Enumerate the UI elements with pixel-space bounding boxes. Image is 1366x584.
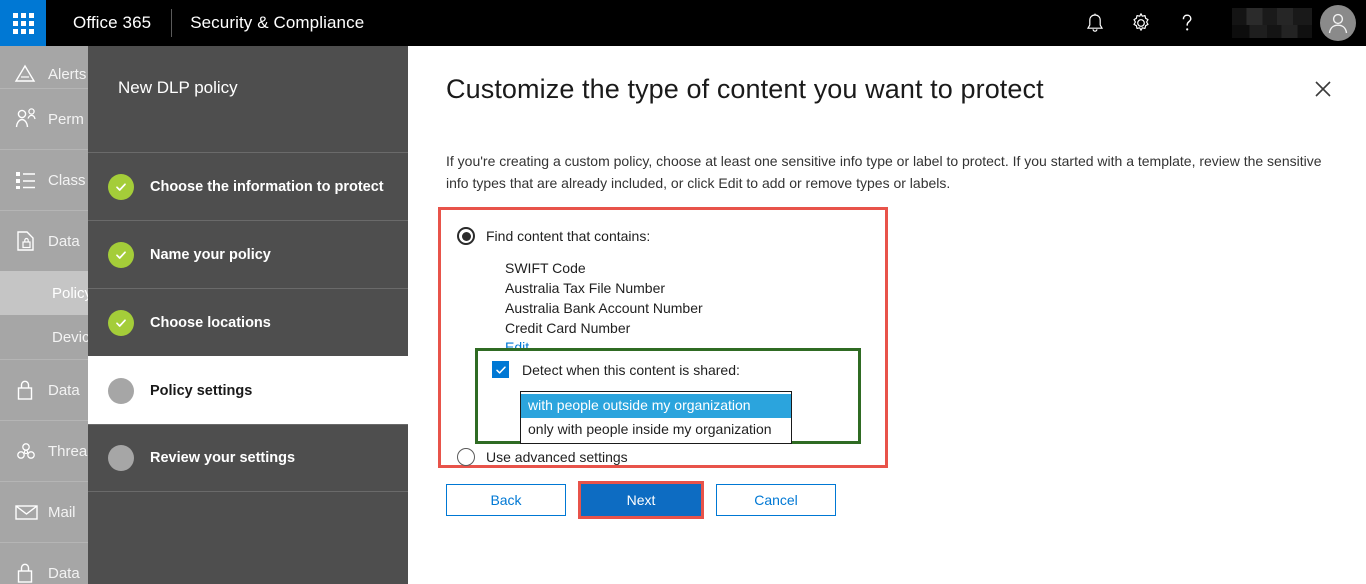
step-pending-dot-icon xyxy=(108,377,134,404)
detect-shared-label: Detect when this content is shared: xyxy=(522,361,740,378)
detect-shared-checkbox[interactable] xyxy=(492,361,509,378)
list-item: Credit Card Number xyxy=(505,320,631,336)
wizard-button-bar: Back Next Cancel xyxy=(446,481,836,519)
page-title: Customize the type of content you want t… xyxy=(446,74,1044,104)
step-pending-dot-icon xyxy=(108,445,134,471)
wizard-step-list: Choose the information to protect Name y… xyxy=(88,152,408,492)
lock-icon xyxy=(14,378,48,402)
wizard-step-label: Name your policy xyxy=(150,246,271,263)
advanced-settings-radio[interactable] xyxy=(457,448,475,466)
list-item: SWIFT Code xyxy=(505,260,586,276)
wizard-step-name-policy[interactable]: Name your policy xyxy=(88,220,408,288)
wizard-title: New DLP policy xyxy=(118,78,238,97)
content-options-highlight-box: Find content that contains: SWIFT Code A… xyxy=(438,207,888,468)
sidebar-item-label: Policy xyxy=(52,284,93,302)
user-avatar[interactable] xyxy=(1320,5,1356,41)
page-description: If you're creating a custom policy, choo… xyxy=(446,153,1322,191)
cancel-button[interactable]: Cancel xyxy=(716,484,836,516)
help-question-icon[interactable] xyxy=(1164,0,1210,46)
new-dlp-policy-wizard-panel: New DLP policy Choose the information to… xyxy=(88,46,408,584)
step-complete-check-icon xyxy=(108,173,134,200)
data-loss-prevention-icon xyxy=(14,229,48,253)
step-complete-check-icon xyxy=(108,309,134,336)
main-content-panel: Customize the type of content you want t… xyxy=(408,46,1366,584)
dropdown-option-outside[interactable]: with people outside my organization xyxy=(521,394,791,418)
wizard-step-label: Choose the information to protect xyxy=(150,178,384,195)
detect-shared-highlight-box: Detect when this content is shared: with… xyxy=(475,348,861,444)
list-item: Australia Bank Account Number xyxy=(505,300,703,316)
wizard-step-choose-information[interactable]: Choose the information to protect xyxy=(88,152,408,220)
suite-header-bar: Office 365 Security & Compliance xyxy=(0,0,1366,46)
advanced-settings-label: Use advanced settings xyxy=(486,449,628,465)
threat-biohazard-icon xyxy=(14,439,48,463)
find-content-radio[interactable] xyxy=(457,227,475,245)
advanced-settings-option-row[interactable]: Use advanced settings xyxy=(457,448,628,466)
sidebar-item-label: Alerts xyxy=(48,65,87,83)
app-name-label[interactable]: Security & Compliance xyxy=(172,0,382,46)
dropdown-option-inside[interactable]: only with people inside my organization xyxy=(521,418,791,442)
share-scope-dropdown[interactable]: with people outside my organization only… xyxy=(520,391,792,444)
app-launcher-waffle-icon[interactable] xyxy=(0,0,46,46)
back-button[interactable]: Back xyxy=(446,484,566,516)
permissions-people-icon xyxy=(14,107,48,131)
sidebar-item-label: Data xyxy=(48,381,80,399)
wizard-step-label: Choose locations xyxy=(150,314,271,331)
sidebar-item-label: Threa xyxy=(48,442,88,460)
office-365-brand[interactable]: Office 365 xyxy=(46,0,171,46)
wizard-step-policy-settings[interactable]: Policy settings xyxy=(88,356,408,424)
mail-envelope-icon xyxy=(14,502,48,522)
step-complete-check-icon xyxy=(108,241,134,268)
redacted-tenant-name xyxy=(1232,8,1312,38)
sidebar-item-label: Data xyxy=(48,232,80,250)
classifications-list-icon xyxy=(14,169,48,191)
wizard-step-choose-locations[interactable]: Choose locations xyxy=(88,288,408,356)
sidebar-item-label: Perm xyxy=(48,110,84,128)
waffle-grid xyxy=(12,12,34,34)
wizard-step-label: Review your settings xyxy=(150,450,296,466)
settings-gear-icon[interactable] xyxy=(1118,0,1164,46)
next-button-highlight: Next xyxy=(578,481,704,519)
header-actions xyxy=(1072,0,1366,46)
list-item: Australia Tax File Number xyxy=(505,280,666,296)
sidebar-item-label: Mail xyxy=(48,503,76,521)
close-icon[interactable] xyxy=(1310,76,1336,102)
notifications-bell-icon[interactable] xyxy=(1072,0,1118,46)
find-content-label: Find content that contains: xyxy=(486,228,651,244)
detect-shared-checkbox-row[interactable]: Detect when this content is shared: xyxy=(492,361,740,378)
alerts-icon xyxy=(14,64,48,84)
lock-icon xyxy=(14,561,48,584)
wizard-step-review-settings[interactable]: Review your settings xyxy=(88,424,408,492)
wizard-step-label: Policy settings xyxy=(150,382,253,399)
sidebar-item-label: Class xyxy=(48,171,86,189)
sidebar-item-label: Data xyxy=(48,564,80,582)
next-button[interactable]: Next xyxy=(581,484,701,516)
sensitive-info-type-list: SWIFT Code Australia Tax File Number Aus… xyxy=(505,258,703,338)
find-content-option-row[interactable]: Find content that contains: xyxy=(457,227,650,245)
